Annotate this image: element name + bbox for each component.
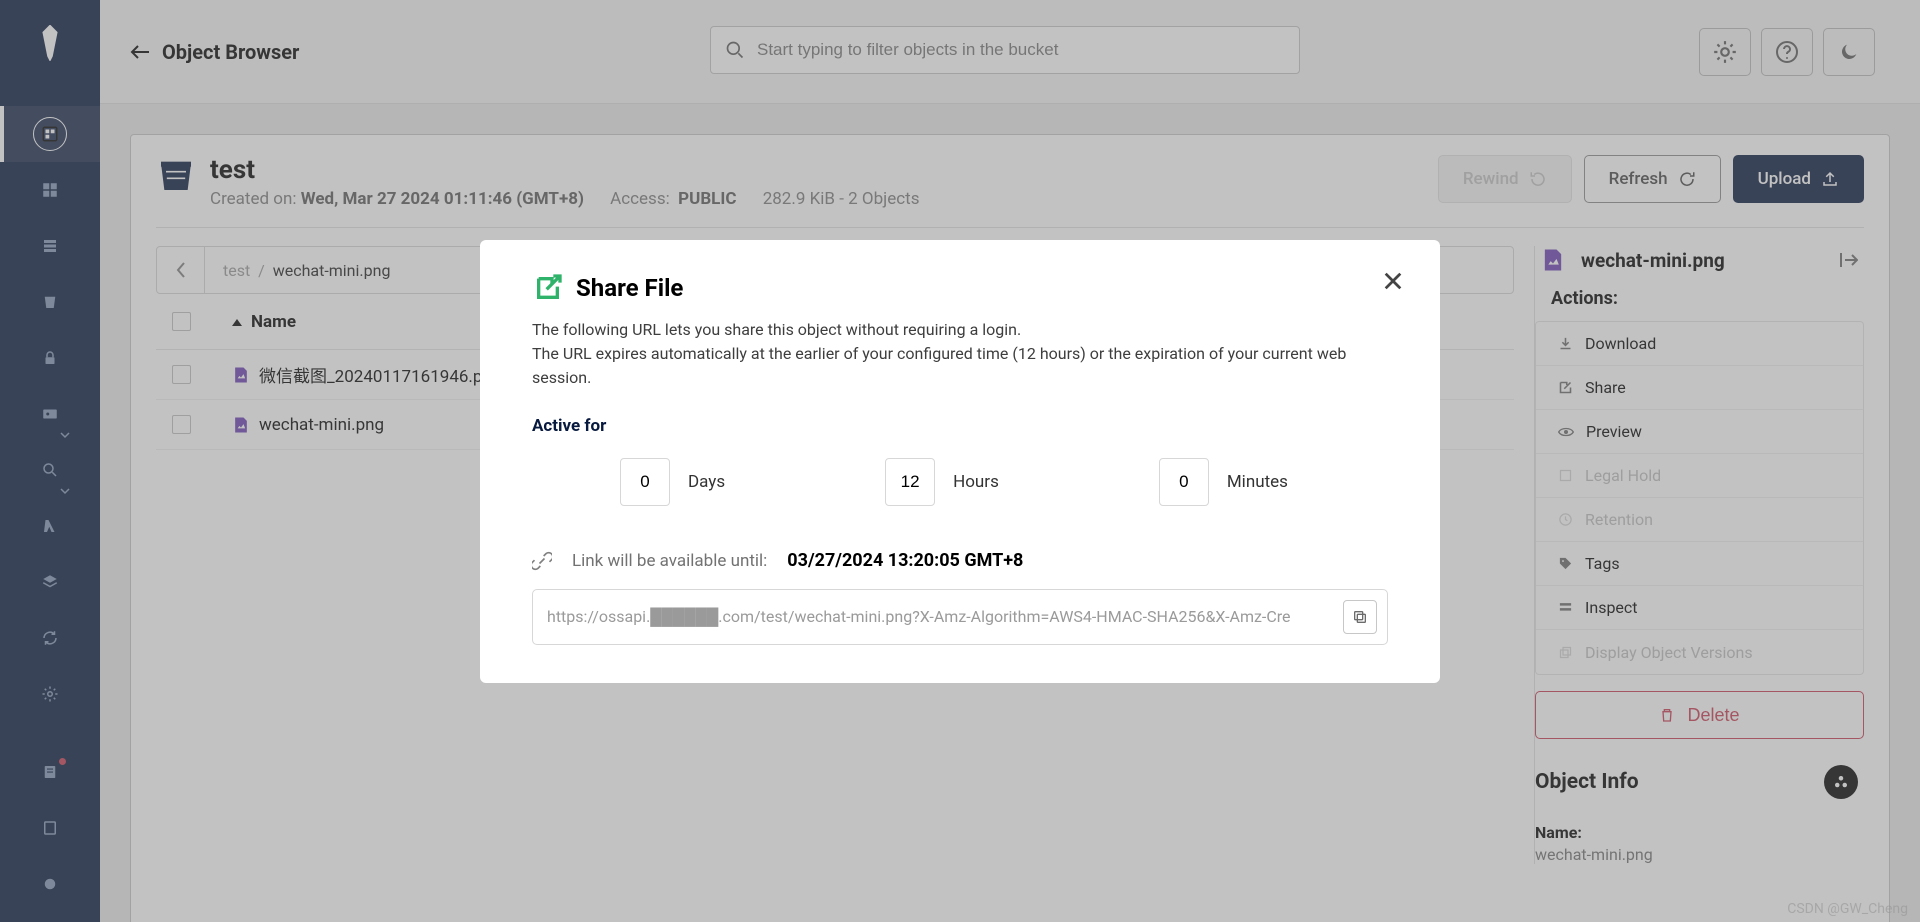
share-file-modal: Share File The following URL lets you sh… [480,240,1440,683]
modal-close-button[interactable] [1382,270,1404,292]
copy-icon [1352,609,1368,625]
modal-title: Share File [576,274,683,302]
hours-input[interactable] [885,458,935,506]
close-icon [1382,270,1404,292]
share-url[interactable]: https://ossapi.██████.com/test/wechat-mi… [547,607,1343,627]
copy-url-button[interactable] [1343,600,1377,634]
share-icon [532,272,564,304]
share-url-box: https://ossapi.██████.com/test/wechat-mi… [532,589,1388,645]
active-for-label: Active for [532,416,1388,436]
link-until-label: Link will be available until: [572,551,767,571]
modal-description: The following URL lets you share this ob… [532,318,1352,390]
modal-overlay[interactable]: Share File The following URL lets you sh… [0,0,1920,922]
minutes-input[interactable] [1159,458,1209,506]
watermark: CSDN @GW_Cheng [1787,901,1908,917]
days-input[interactable] [620,458,670,506]
link-until-value: 03/27/2024 13:20:05 GMT+8 [787,550,1023,571]
link-icon [532,551,552,571]
